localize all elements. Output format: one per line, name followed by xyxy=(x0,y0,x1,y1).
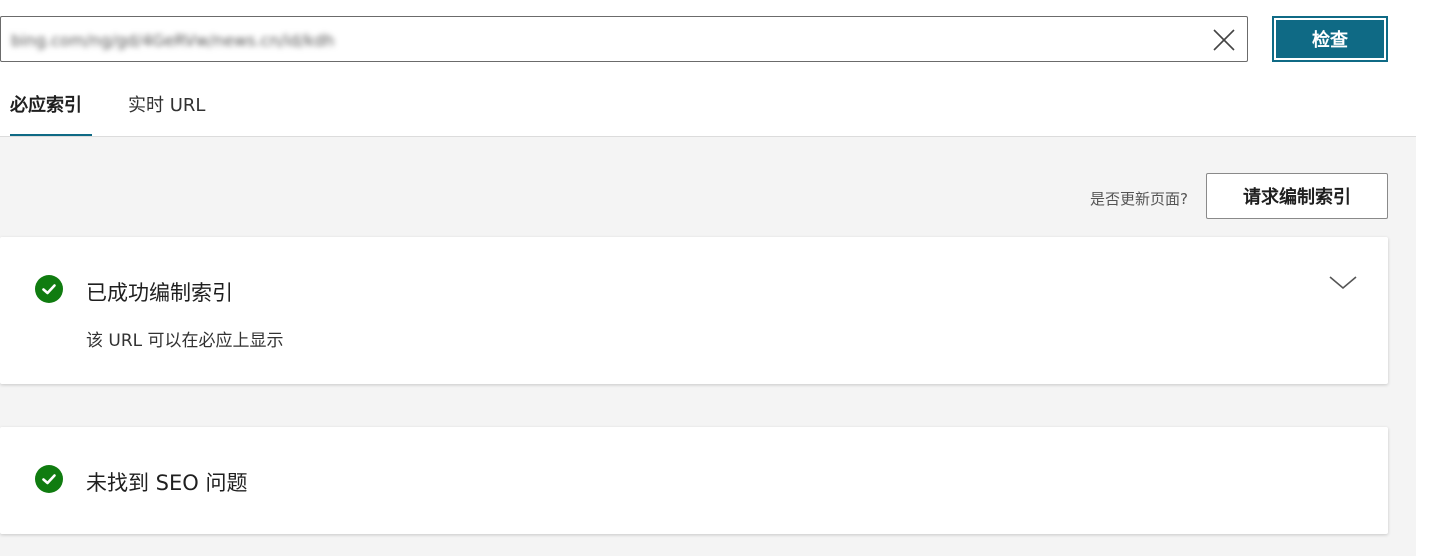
tab-bing-index-label: 必应索引 xyxy=(10,95,82,116)
chevron-down-icon xyxy=(1329,276,1357,290)
update-page-question: 是否更新页面? xyxy=(1090,190,1188,208)
inspect-button[interactable]: 检查 xyxy=(1272,16,1388,62)
card-title: 已成功编制索引 xyxy=(86,281,233,305)
top-bar: 检查 必应索引 实时 URL xyxy=(0,0,1435,137)
url-search-box[interactable] xyxy=(0,16,1248,62)
expand-card-button[interactable] xyxy=(1326,271,1360,295)
card-title: 未找到 SEO 问题 xyxy=(86,471,248,495)
tab-live-url[interactable]: 实时 URL xyxy=(128,86,205,137)
close-icon xyxy=(1213,29,1235,51)
card-subtitle: 该 URL 可以在必应上显示 xyxy=(86,331,284,351)
main-content: 是否更新页面? 请求编制索引 已成功编制索引 该 URL 可以在必应上显示 未找… xyxy=(0,137,1416,556)
tab-live-url-label: 实时 URL xyxy=(128,95,206,116)
check-circle-icon xyxy=(35,465,63,493)
index-status-card: 已成功编制索引 该 URL 可以在必应上显示 xyxy=(0,237,1388,384)
url-input[interactable] xyxy=(9,24,1193,56)
request-indexing-button[interactable]: 请求编制索引 xyxy=(1206,173,1388,219)
clear-input-button[interactable] xyxy=(1209,25,1239,55)
tab-bing-index[interactable]: 必应索引 xyxy=(10,86,92,137)
check-circle-icon xyxy=(35,275,63,303)
seo-status-card: 未找到 SEO 问题 xyxy=(0,427,1388,534)
